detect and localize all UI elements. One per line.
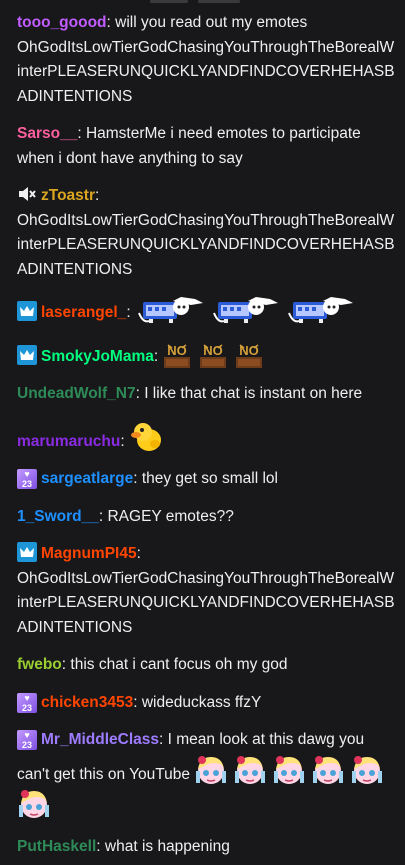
chat-message: MagnumPI45: OhGodItsLowTierGodChasingYou… xyxy=(0,535,405,646)
username[interactable]: MagnumPI45 xyxy=(41,545,137,562)
separator: : xyxy=(137,545,141,562)
chat-message: UndeadWolf_N7: I like that chat is insta… xyxy=(0,375,405,413)
yellow-duck-emote[interactable] xyxy=(129,420,163,454)
chat-message: ♥23chicken3453: wideduckass ffzY xyxy=(0,684,405,722)
username[interactable]: chicken3453 xyxy=(41,694,133,711)
separator: : xyxy=(126,304,135,321)
separator: : xyxy=(120,433,129,450)
message-text: I like that chat is instant on here xyxy=(144,385,362,402)
message-text: this chat i cant focus oh my god xyxy=(70,656,287,673)
username[interactable]: SmokyJoMama xyxy=(41,348,154,365)
svg-text:NO: NO xyxy=(204,343,224,358)
username[interactable]: zToastr xyxy=(41,187,95,204)
username[interactable]: Mr_MiddleClass xyxy=(41,731,159,748)
prime-crown-icon xyxy=(17,301,37,321)
anime-girl-emote[interactable] xyxy=(17,787,51,821)
chat-message: SmokyJoMama: NO NO NO xyxy=(0,332,405,376)
username[interactable]: 1_Sword__ xyxy=(17,508,99,525)
chat-message: fwebo: this chat i cant focus oh my god xyxy=(0,646,405,684)
no-sign-emote[interactable]: NO xyxy=(162,339,193,369)
anime-girl-emote[interactable] xyxy=(194,753,228,787)
message-text: wideduckass ffzY xyxy=(142,694,261,711)
2023-badge: ♥23 xyxy=(17,693,37,713)
separator: : xyxy=(133,694,142,711)
no-sign-emote[interactable]: NO xyxy=(234,339,265,369)
chat-message: ♥23Mr_MiddleClass: I mean look at this d… xyxy=(0,721,405,828)
chat-message: PutHaskell: what is happening xyxy=(0,828,405,865)
username[interactable]: Sarso__ xyxy=(17,125,77,142)
username[interactable]: sargeatlarge xyxy=(41,470,133,487)
separator: : xyxy=(154,348,163,365)
separator: : xyxy=(136,385,145,402)
separator: : xyxy=(133,470,142,487)
message-text: what is happening xyxy=(105,838,230,855)
anime-girl-emote[interactable] xyxy=(350,753,384,787)
chat-message: zToastr: OhGodItsLowTierGodChasingYouThr… xyxy=(0,177,405,288)
2023-badge: ♥23 xyxy=(17,730,37,750)
prime-crown-icon xyxy=(17,542,37,562)
separator: : xyxy=(107,14,116,31)
username[interactable]: tooo_goood xyxy=(17,14,107,31)
username[interactable]: fwebo xyxy=(17,656,62,673)
nyan-cat-emote[interactable] xyxy=(285,295,355,325)
message-text: OhGodItsLowTierGodChasingYouThroughTheBo… xyxy=(17,212,395,278)
no-sign-emote[interactable]: NO xyxy=(198,339,229,369)
chat-log: tooo_goood: will you read out my emotes … xyxy=(0,0,405,865)
emote-strip xyxy=(0,0,405,4)
2023-badge: ♥23 xyxy=(17,469,37,489)
message-text: RAGEY emotes?? xyxy=(107,508,233,525)
chat-message: 1_Sword__: RAGEY emotes?? xyxy=(0,498,405,536)
prime-crown-icon xyxy=(17,345,37,365)
username[interactable]: PutHaskell xyxy=(17,838,96,855)
muted-speaker-icon xyxy=(17,184,37,204)
separator: : xyxy=(77,125,86,142)
anime-girl-emote[interactable] xyxy=(272,753,306,787)
svg-text:NO: NO xyxy=(240,343,260,358)
separator: : xyxy=(96,838,105,855)
nyan-cat-emote[interactable] xyxy=(210,295,280,325)
chat-message: marumaruchu: xyxy=(0,413,405,461)
message-text: they get so small lol xyxy=(142,470,278,487)
svg-text:NO: NO xyxy=(168,343,188,358)
username[interactable]: laserangel_ xyxy=(41,304,126,321)
anime-girl-emote[interactable] xyxy=(311,753,345,787)
username[interactable]: UndeadWolf_N7 xyxy=(17,385,136,402)
separator: : xyxy=(95,187,99,204)
nyan-cat-emote[interactable] xyxy=(135,295,205,325)
chat-message: laserangel_: xyxy=(0,288,405,332)
username[interactable]: marumaruchu xyxy=(17,433,120,450)
chat-message: ♥23sargeatlarge: they get so small lol xyxy=(0,460,405,498)
chat-message: Sarso__: HamsterMe i need emotes to part… xyxy=(0,115,405,177)
message-text: OhGodItsLowTierGodChasingYouThroughTheBo… xyxy=(17,570,395,636)
chat-message: tooo_goood: will you read out my emotes … xyxy=(0,4,405,115)
separator: : xyxy=(159,731,168,748)
anime-girl-emote[interactable] xyxy=(233,753,267,787)
